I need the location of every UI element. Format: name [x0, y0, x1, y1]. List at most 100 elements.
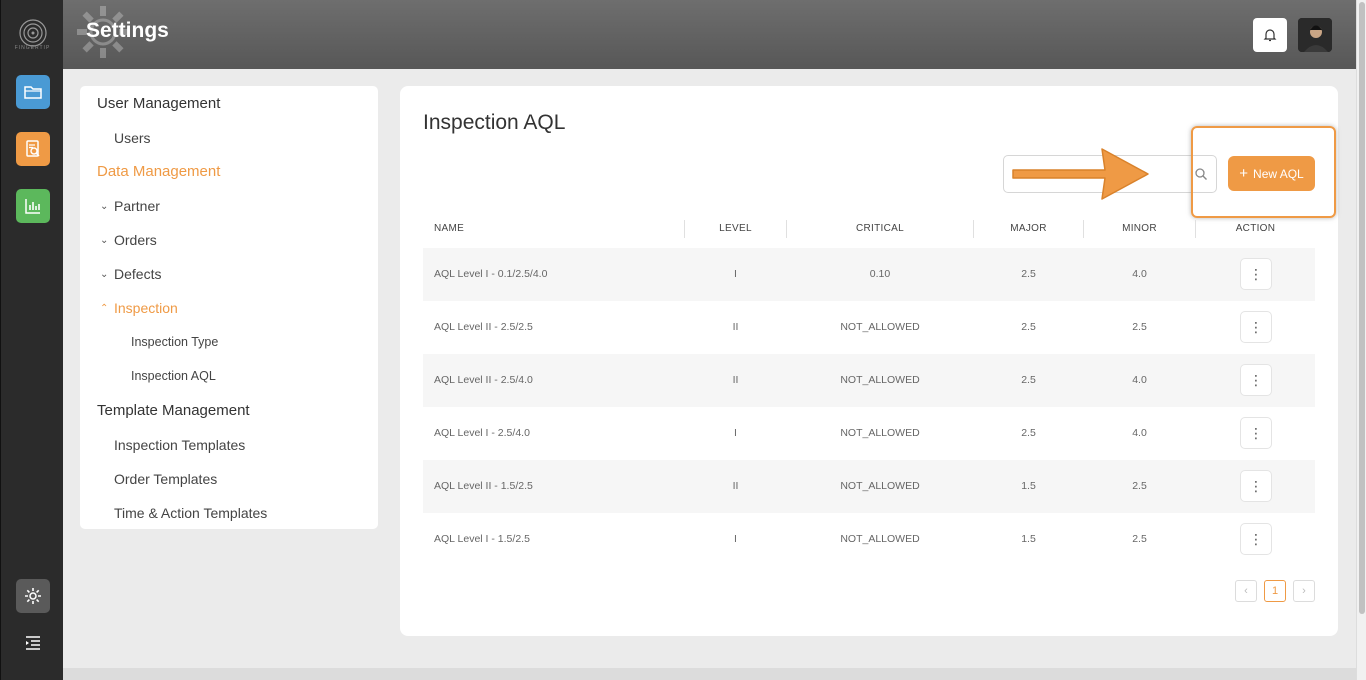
chevron-down-icon: ⌄ — [100, 268, 109, 280]
menu-indent-icon — [26, 636, 40, 650]
logo-text: FINGERTIP — [14, 45, 51, 51]
table-row: AQL Level II - 2.5/4.0 II NOT_ALLOWED 2.… — [423, 354, 1315, 407]
kebab-menu-icon: ⋮ — [1249, 371, 1263, 388]
cell-name: AQL Level I - 1.5/2.5 — [434, 533, 530, 545]
nav-orders[interactable]: ⌄ Orders — [100, 232, 157, 248]
col-header-action: ACTION — [1235, 223, 1276, 234]
row-action-menu-button[interactable]: ⋮ — [1240, 311, 1272, 343]
cell-level: I — [734, 533, 737, 545]
nav-time-action-templates[interactable]: Time & Action Templates — [114, 505, 267, 521]
kebab-menu-icon: ⋮ — [1249, 318, 1263, 335]
folder-icon — [24, 86, 42, 99]
pagination-prev-button[interactable]: ‹ — [1235, 580, 1257, 602]
cell-minor: 2.5 — [1132, 480, 1147, 492]
notifications-button[interactable] — [1253, 18, 1287, 52]
nav-order-templates[interactable]: Order Templates — [114, 471, 217, 487]
bar-chart-icon — [25, 199, 40, 214]
row-action-menu-button[interactable]: ⋮ — [1240, 258, 1272, 290]
chevron-up-icon: ⌃ — [100, 302, 109, 314]
cell-critical: NOT_ALLOWED — [840, 321, 920, 333]
chevron-down-icon: ⌄ — [100, 200, 109, 212]
cell-level: II — [732, 321, 739, 333]
cell-major: 2.5 — [1021, 268, 1036, 280]
report-search-icon — [26, 140, 40, 157]
nav-inspection[interactable]: ⌃ Inspection — [100, 300, 178, 316]
chevron-down-icon: ⌄ — [100, 234, 109, 246]
page-header-title: Settings — [86, 19, 169, 42]
cell-critical: NOT_ALLOWED — [840, 374, 920, 386]
annotation-arrow-icon — [1012, 148, 1149, 200]
cell-major: 1.5 — [1021, 533, 1036, 545]
table-row: AQL Level I - 1.5/2.5 I NOT_ALLOWED 1.5 … — [423, 513, 1315, 566]
annotation-highlight-box — [1191, 126, 1336, 218]
nav-user-management[interactable]: User Management — [97, 95, 220, 112]
cell-level: I — [734, 268, 737, 280]
table-row: AQL Level II - 2.5/2.5 II NOT_ALLOWED 2.… — [423, 301, 1315, 354]
table-row: AQL Level II - 1.5/2.5 II NOT_ALLOWED 1.… — [423, 460, 1315, 513]
row-action-menu-button[interactable]: ⋮ — [1240, 523, 1272, 555]
row-action-menu-button[interactable]: ⋮ — [1240, 417, 1272, 449]
row-action-menu-button[interactable]: ⋮ — [1240, 364, 1272, 396]
cell-minor: 4.0 — [1132, 427, 1147, 439]
top-header: Settings — [63, 0, 1356, 69]
pagination-page-1[interactable]: 1 — [1264, 580, 1286, 602]
col-header-minor: MINOR — [1122, 223, 1157, 234]
rail-folder-button[interactable] — [16, 75, 50, 109]
page-title: Inspection AQL — [423, 111, 566, 134]
scrollbar-thumb[interactable] — [1359, 2, 1365, 614]
kebab-menu-icon: ⋮ — [1249, 424, 1263, 441]
horizontal-scrollbar[interactable] — [63, 668, 1356, 680]
cell-minor: 2.5 — [1132, 321, 1147, 333]
cell-name: AQL Level I - 0.1/2.5/4.0 — [434, 268, 548, 280]
cell-major: 2.5 — [1021, 427, 1036, 439]
settings-nav-panel: User Management Users Data Management ⌄ P… — [80, 86, 378, 529]
nav-defects[interactable]: ⌄ Defects — [100, 266, 161, 282]
cell-name: AQL Level II - 2.5/4.0 — [434, 374, 533, 386]
cell-critical: NOT_ALLOWED — [840, 480, 920, 492]
col-header-major: MAJOR — [1010, 223, 1047, 234]
nav-inspection-templates[interactable]: Inspection Templates — [114, 437, 245, 453]
vertical-scrollbar[interactable] — [1356, 0, 1366, 680]
col-header-critical: CRITICAL — [856, 223, 904, 234]
nav-users[interactable]: Users — [114, 130, 151, 146]
table-row: AQL Level I - 0.1/2.5/4.0 I 0.10 2.5 4.0… — [423, 248, 1315, 301]
cell-major: 2.5 — [1021, 321, 1036, 333]
bell-icon — [1263, 29, 1277, 42]
kebab-menu-icon: ⋮ — [1249, 265, 1263, 282]
nav-partner-label: Partner — [114, 198, 160, 214]
cell-level: II — [732, 480, 739, 492]
gear-icon — [25, 588, 41, 604]
user-avatar[interactable] — [1298, 18, 1332, 52]
rail-settings-button[interactable] — [16, 579, 50, 613]
nav-defects-label: Defects — [114, 266, 162, 282]
aql-panel: Inspection AQL + New AQL NAME LEVEL CRITI… — [400, 86, 1338, 636]
nav-orders-label: Orders — [114, 232, 157, 248]
col-header-level: LEVEL — [719, 223, 752, 234]
nav-partner[interactable]: ⌄ Partner — [100, 198, 160, 214]
nav-inspection-aql[interactable]: Inspection AQL — [131, 369, 216, 383]
cell-critical: 0.10 — [869, 268, 891, 280]
icon-rail: FINGERTIP — [0, 0, 63, 680]
table-row: AQL Level I - 2.5/4.0 I NOT_ALLOWED 2.5 … — [423, 407, 1315, 460]
rail-report-button[interactable] — [16, 132, 50, 166]
cell-name: AQL Level I - 2.5/4.0 — [434, 427, 530, 439]
cell-critical: NOT_ALLOWED — [840, 533, 920, 545]
nav-template-management[interactable]: Template Management — [97, 402, 250, 419]
nav-inspection-type[interactable]: Inspection Type — [131, 335, 218, 349]
rail-collapse-button[interactable] — [16, 626, 50, 660]
kebab-menu-icon: ⋮ — [1249, 530, 1263, 547]
cell-critical: NOT_ALLOWED — [840, 427, 920, 439]
avatar-icon — [1298, 18, 1332, 52]
pagination-next-button[interactable]: › — [1293, 580, 1315, 602]
nav-inspection-label: Inspection — [114, 300, 178, 316]
cell-minor: 4.0 — [1132, 268, 1147, 280]
cell-name: AQL Level II - 2.5/2.5 — [434, 321, 533, 333]
col-header-name: NAME — [434, 223, 465, 234]
rail-chart-button[interactable] — [16, 189, 50, 223]
cell-major: 2.5 — [1021, 374, 1036, 386]
row-action-menu-button[interactable]: ⋮ — [1240, 470, 1272, 502]
cell-minor: 2.5 — [1132, 533, 1147, 545]
cell-minor: 4.0 — [1132, 374, 1147, 386]
cell-name: AQL Level II - 1.5/2.5 — [434, 480, 533, 492]
nav-data-management[interactable]: Data Management — [97, 163, 220, 180]
